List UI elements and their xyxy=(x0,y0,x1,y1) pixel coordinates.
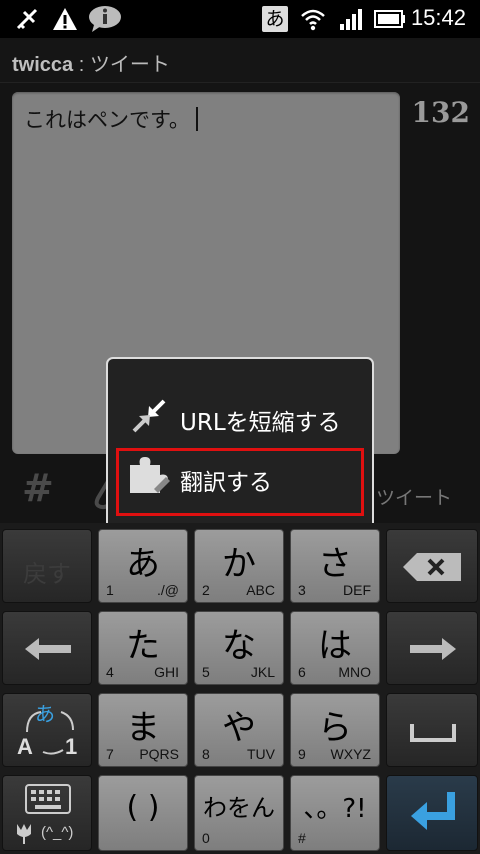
battery-icon xyxy=(374,10,405,28)
wifi-icon xyxy=(301,9,325,31)
arrow-right-icon xyxy=(410,638,456,660)
key-sub: WXYZ xyxy=(330,746,371,762)
key-char: や xyxy=(222,708,256,748)
key-char: ら xyxy=(318,708,352,748)
highlight-box xyxy=(116,448,364,516)
tweet-text-value: これはペンです。 xyxy=(24,108,190,132)
cursor-right-key[interactable] xyxy=(386,611,478,685)
keyboard-icon xyxy=(25,784,71,814)
key-char: は xyxy=(318,626,352,666)
key-sub: PQRS xyxy=(139,746,179,762)
key-sub: JKL xyxy=(250,664,275,680)
key-num: 1 xyxy=(106,582,114,598)
tweet-text: これはペンです。 xyxy=(24,104,198,134)
ime-keyboard: 戻す あ 1 ./@ か 2 ABC さ 3 DEF た 4 GHI な 5 J… xyxy=(0,523,480,854)
key-char: ( ) xyxy=(126,790,160,825)
key-num: 9 xyxy=(298,746,306,762)
key-char: ま xyxy=(126,708,160,748)
backspace-icon xyxy=(403,553,461,581)
screen-name: ツイート xyxy=(89,54,170,76)
menu-item-shorten-url[interactable]: URLを短縮する xyxy=(108,387,372,447)
enter-key[interactable] xyxy=(386,775,478,851)
char-counter: 132 xyxy=(411,96,470,129)
usb-debug-icon xyxy=(16,8,38,30)
key-ya[interactable]: や 8 TUV xyxy=(194,693,284,767)
key-na[interactable]: な 5 JKL xyxy=(194,611,284,685)
key-sub: DEF xyxy=(343,582,371,598)
space-icon xyxy=(410,724,456,742)
status-bar: あ 15:42 xyxy=(0,0,480,38)
key-char: さ xyxy=(318,544,352,584)
title-separator: : xyxy=(73,54,90,76)
key-ka[interactable]: か 2 ABC xyxy=(194,529,284,603)
key-char: あ xyxy=(126,544,160,584)
key-a[interactable]: あ 1 ./@ xyxy=(98,529,188,603)
app-title-bar: twicca : ツイート xyxy=(0,38,480,83)
key-sub: ABC xyxy=(246,582,275,598)
shrink-arrows-icon xyxy=(132,399,166,433)
menu-item-label: URLを短縮する xyxy=(180,410,341,436)
text-cursor xyxy=(195,107,198,131)
key-ta[interactable]: た 4 GHI xyxy=(98,611,188,685)
key-parentheses[interactable]: ( ) xyxy=(98,775,188,851)
tulip-icon xyxy=(17,824,31,844)
key-punctuation[interactable]: 、。?! # xyxy=(290,775,380,851)
space-key[interactable] xyxy=(386,693,478,767)
mode-cycle-icon xyxy=(26,711,74,755)
key-num: # xyxy=(298,830,306,846)
tweet-button[interactable]: ツイート xyxy=(376,483,452,510)
notification-info-icon xyxy=(89,6,121,32)
cursor-left-key[interactable] xyxy=(2,611,92,685)
context-menu: URLを短縮する 翻訳する xyxy=(106,357,374,533)
enter-icon xyxy=(411,792,455,830)
key-sub: ./@ xyxy=(157,582,179,598)
key-num: 4 xyxy=(106,664,114,680)
key-char: か xyxy=(222,544,256,584)
hashtag-button[interactable]: # xyxy=(22,466,54,510)
key-char: な xyxy=(222,626,256,666)
key-sub: TUV xyxy=(247,746,275,762)
ime-indicator-icon: あ xyxy=(262,6,288,32)
key-sub: GHI xyxy=(154,664,179,680)
backspace-key[interactable] xyxy=(386,529,478,603)
key-num: 0 xyxy=(202,830,210,846)
undo-key-label: 戻す xyxy=(23,560,71,588)
arrow-left-icon xyxy=(25,638,71,660)
key-num: 7 xyxy=(106,746,114,762)
key-ra[interactable]: ら 9 WXYZ xyxy=(290,693,380,767)
undo-key[interactable]: 戻す xyxy=(2,529,92,603)
key-char: た xyxy=(126,626,160,666)
key-wa[interactable]: わをん 0 xyxy=(194,775,284,851)
key-ma[interactable]: ま 7 PQRS xyxy=(98,693,188,767)
clock: 15:42 xyxy=(410,5,466,30)
key-sa[interactable]: さ 3 DEF xyxy=(290,529,380,603)
emoticon-label: (^_^) xyxy=(41,824,74,841)
key-num: 3 xyxy=(298,582,306,598)
key-char: わをん xyxy=(203,794,275,822)
settings-emoji-key[interactable]: (^_^) xyxy=(2,775,92,851)
warning-icon xyxy=(53,8,77,30)
app-title: twicca : ツイート xyxy=(12,48,170,77)
key-num: 8 xyxy=(202,746,210,762)
key-num: 2 xyxy=(202,582,210,598)
key-num: 6 xyxy=(298,664,306,680)
key-ha[interactable]: は 6 MNO xyxy=(290,611,380,685)
key-num: 5 xyxy=(202,664,210,680)
input-mode-key[interactable]: あ A 1 xyxy=(2,693,92,767)
key-sub: MNO xyxy=(338,664,371,680)
signal-strength-icon xyxy=(340,9,362,30)
key-char: 、。?! xyxy=(303,794,367,824)
app-name: twicca xyxy=(12,54,74,76)
